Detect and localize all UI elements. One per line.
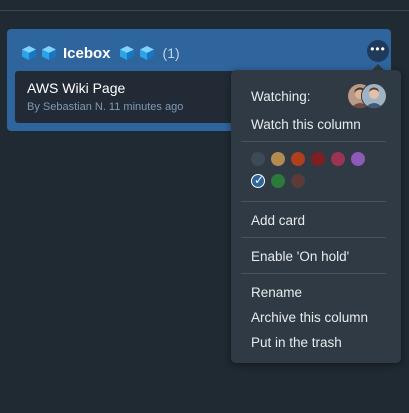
column-title: Icebox: [63, 44, 111, 62]
menu-divider: [241, 237, 386, 238]
add-card-item[interactable]: Add card: [251, 213, 305, 228]
cube-icon: [41, 45, 57, 61]
top-divider: [0, 10, 409, 11]
column-options-menu: Watching: Watch this column ✓ Add card E…: [231, 70, 401, 363]
watch-column-item[interactable]: Watch this column: [251, 117, 361, 132]
rename-item[interactable]: Rename: [251, 285, 302, 300]
archive-column-item[interactable]: Archive this column: [251, 310, 368, 325]
cube-icon: [119, 45, 135, 61]
color-swatch[interactable]: [311, 152, 325, 166]
menu-divider: [241, 141, 386, 142]
more-horizontal-icon: •••: [370, 41, 386, 56]
check-icon: ✓: [253, 173, 265, 187]
watching-label: Watching:: [251, 89, 311, 104]
column-menu-button[interactable]: •••: [367, 40, 389, 62]
column-header[interactable]: Icebox (1): [21, 43, 180, 63]
menu-divider: [241, 201, 386, 202]
color-swatch[interactable]: [331, 152, 345, 166]
card[interactable]: AWS Wiki Page By Sebastian N. 11 minutes…: [15, 71, 235, 123]
color-swatch[interactable]: [351, 152, 365, 166]
column-card-count: (1): [162, 45, 180, 61]
color-swatch[interactable]: [251, 152, 265, 166]
cube-icon: [21, 45, 37, 61]
put-in-trash-item[interactable]: Put in the trash: [251, 335, 342, 350]
color-swatch[interactable]: [291, 174, 305, 188]
card-meta: By Sebastian N. 11 minutes ago: [27, 101, 184, 113]
color-swatch[interactable]: [271, 152, 285, 166]
menu-divider: [241, 273, 386, 274]
avatar[interactable]: [361, 83, 387, 109]
color-swatch-selected[interactable]: ✓: [251, 173, 265, 188]
color-swatch[interactable]: [291, 152, 305, 166]
enable-on-hold-item[interactable]: Enable 'On hold': [251, 249, 349, 264]
color-swatch[interactable]: [271, 174, 285, 188]
cube-icon: [139, 45, 155, 61]
card-title: AWS Wiki Page: [27, 80, 126, 96]
watchers-avatars[interactable]: [347, 83, 387, 109]
